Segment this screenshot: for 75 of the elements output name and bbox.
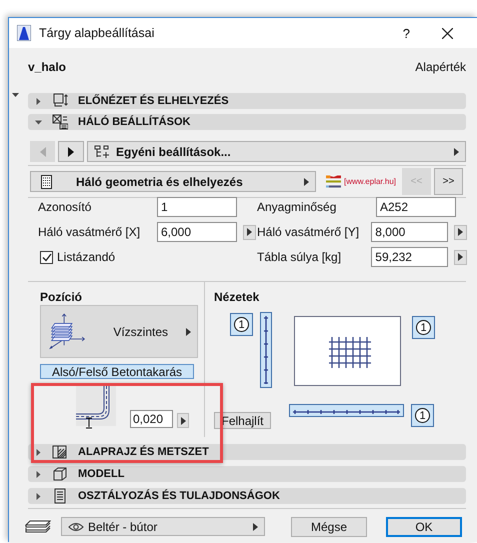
tree-settings-icon	[94, 144, 110, 158]
input-field[interactable]: 1	[157, 197, 237, 217]
field-label: Háló vasátmérő [X]	[38, 225, 142, 239]
section-header[interactable]: OSZTÁLYOZÁS ÉS TULAJDONSÁGOK	[28, 488, 466, 504]
front-view-bar-drawing[interactable]	[289, 404, 404, 417]
cube-icon	[52, 466, 68, 482]
field-label: Azonosító	[38, 200, 92, 214]
section-title: MODELL	[78, 468, 124, 480]
checkbox[interactable]	[40, 250, 53, 264]
caret-icon	[458, 228, 464, 236]
field-label: Háló vasátmérő [Y]	[257, 225, 360, 239]
caret-icon	[186, 328, 191, 336]
side-view-bar-drawing[interactable]	[260, 312, 272, 388]
grid-list-icon	[52, 114, 68, 130]
view-number: 1	[415, 408, 430, 423]
window-title: Tárgy alapbeállításai	[39, 26, 154, 40]
view-number-badge[interactable]: 1	[411, 404, 434, 427]
input-field[interactable]: 59,232	[371, 247, 448, 267]
menu-arrow-button[interactable]	[177, 413, 189, 428]
close-icon[interactable]	[442, 28, 453, 38]
input-field[interactable]: A252	[376, 197, 456, 217]
collapse-arrow-icon[interactable]	[12, 93, 19, 98]
menu-arrow-button[interactable]	[454, 224, 467, 240]
cancel-button[interactable]: Mégse	[291, 516, 367, 536]
section-title: HÁLÓ BEÁLLÍTÁSOK	[78, 116, 190, 128]
document-icon	[52, 488, 68, 504]
view-number-badge[interactable]: 1	[412, 316, 435, 339]
view-number-badge[interactable]: 1	[230, 313, 253, 336]
eye-icon	[68, 522, 84, 532]
page-nav-button[interactable]: >>	[434, 168, 463, 195]
caret-icon	[253, 522, 258, 530]
position-button[interactable]: Vízszintes	[40, 305, 198, 358]
menu-arrow-button[interactable]	[454, 250, 467, 264]
bend-button[interactable]: Felhajlít	[214, 412, 271, 429]
page-dropdown[interactable]: Háló geometria és elhelyezés	[30, 171, 316, 192]
caret-icon	[247, 228, 252, 236]
field-label: Tábla súlya [kg]	[257, 250, 342, 264]
section-header[interactable]: ELŐNÉZET ÉS ELHELYEZÉS	[28, 93, 466, 109]
previous-icon	[40, 146, 46, 156]
preset-dropdown[interactable]: Egyéni beállítások...	[87, 141, 466, 162]
menu-arrow-button[interactable]	[243, 224, 256, 240]
view-number: 1	[234, 317, 249, 332]
next-icon	[68, 146, 74, 156]
section-title: ALAPRAJZ ÉS METSZET	[78, 446, 209, 458]
section-title: ELŐNÉZET ÉS ELHELYEZÉS	[78, 95, 229, 107]
caret-icon	[458, 253, 464, 261]
hatched-square-icon	[52, 444, 68, 460]
logo-text: [www.eplar.hu]	[344, 177, 396, 186]
help-button[interactable]: ?	[402, 26, 410, 40]
caret-icon	[454, 148, 459, 156]
view-number: 1	[416, 320, 431, 335]
app-icon	[17, 25, 31, 41]
cover-button[interactable]: Alsó/Felső Betontakarás	[40, 364, 194, 379]
next-button[interactable]	[58, 141, 84, 162]
section-label: Nézetek	[214, 290, 260, 305]
section-title: OSZTÁLYOZÁS ÉS TULAJDONSÁGOK	[78, 490, 280, 502]
layers-icon	[25, 520, 51, 534]
object-name: v_halo	[28, 60, 66, 74]
section-header[interactable]: ALAPRAJZ ÉS METSZET	[28, 444, 466, 460]
caret-icon	[180, 416, 186, 424]
checkbox-label: Listázandó	[57, 250, 116, 264]
ok-button[interactable]: OK	[386, 516, 462, 536]
section-header[interactable]: MODELL	[28, 466, 466, 482]
layer-dropdown[interactable]: Beltér - bútor	[61, 517, 265, 536]
monitor-icon	[52, 93, 68, 109]
concrete-cover-drawing	[76, 386, 116, 430]
field-label: Anyagminőség	[257, 200, 338, 214]
list-icon	[41, 174, 52, 188]
input-field[interactable]: 6,000	[157, 222, 237, 242]
input-field[interactable]: 8,000	[371, 222, 448, 242]
section-header[interactable]: HÁLÓ BEÁLLÍTÁSOK	[28, 114, 466, 130]
section-label: Pozíció	[40, 290, 84, 305]
default-label: Alapérték	[415, 60, 466, 74]
caret-icon	[304, 178, 309, 186]
input-field[interactable]: 0,020	[130, 410, 173, 428]
